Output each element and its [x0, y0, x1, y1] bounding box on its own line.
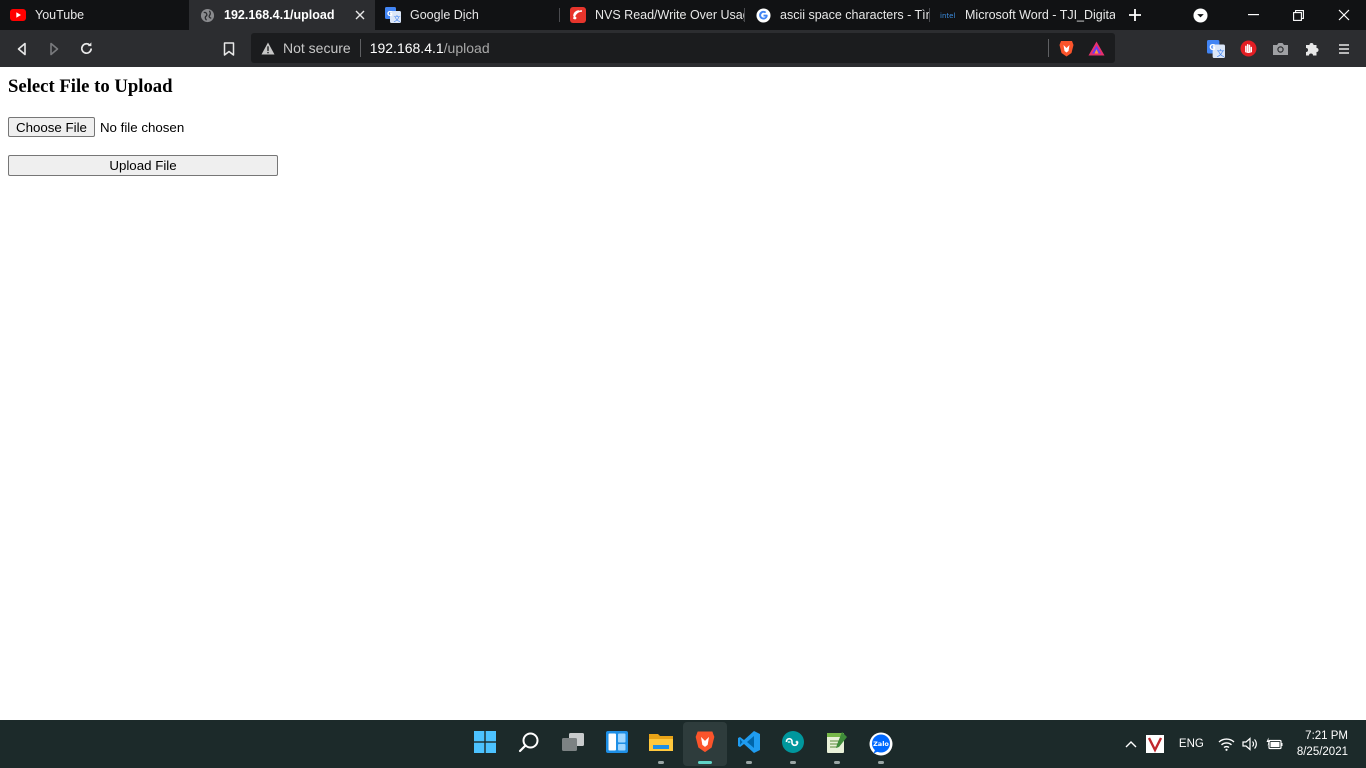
camera-extension-icon[interactable] [1264, 33, 1296, 65]
no-file-chosen-label: No file chosen [99, 119, 185, 135]
running-indicator [658, 761, 664, 764]
system-tray: ENG 7:21 PM 8/25/2021 [1120, 720, 1366, 768]
arduino-taskbar-button[interactable] [771, 722, 815, 766]
google-translate-extension-icon[interactable]: G文 [1200, 33, 1232, 65]
wifi-icon[interactable] [1215, 720, 1239, 768]
running-indicator [698, 761, 712, 764]
warning-icon[interactable] [261, 42, 275, 55]
start-button[interactable] [463, 722, 507, 766]
brave-taskbar-button[interactable] [683, 722, 727, 766]
notepad-taskbar-button[interactable] [815, 722, 859, 766]
brave-icon [695, 730, 715, 758]
tab-nvs[interactable]: NVS Read/Write Over Usage [560, 0, 745, 30]
svg-text:文: 文 [394, 14, 401, 23]
arduino-icon [781, 730, 805, 759]
tab-title: 192.168.4.1/upload [224, 8, 335, 22]
vscode-taskbar-button[interactable] [727, 722, 771, 766]
tab-title: Microsoft Word - TJI_Digital [965, 8, 1115, 22]
new-tab-button[interactable] [1115, 0, 1155, 30]
brave-rewards-icon[interactable] [1088, 41, 1105, 56]
search-icon [518, 731, 540, 758]
forward-button[interactable] [38, 33, 70, 65]
clock[interactable]: 7:21 PM 8/25/2021 [1287, 728, 1366, 760]
widgets-button[interactable] [595, 722, 639, 766]
show-hidden-icons-button[interactable] [1120, 720, 1142, 768]
zalo-taskbar-button[interactable]: Zalo [859, 722, 903, 766]
bookmark-button[interactable] [213, 33, 245, 65]
running-indicator [834, 761, 840, 764]
url-path[interactable]: /upload [444, 40, 490, 56]
tab-word[interactable]: intel Microsoft Word - TJI_Digital [930, 0, 1115, 30]
close-tab-icon[interactable] [351, 6, 369, 24]
tab-youtube[interactable]: YouTube [0, 0, 189, 30]
adblock-extension-icon[interactable] [1232, 33, 1264, 65]
tab-upload[interactable]: 192.168.4.1/upload [189, 0, 375, 30]
intel-icon: intel [940, 7, 956, 23]
globe-icon [199, 7, 215, 23]
zalo-icon: Zalo [869, 732, 893, 756]
brave-shields-icon[interactable] [1059, 40, 1074, 57]
start-icon [474, 730, 496, 758]
tab-google-translate[interactable]: G文 Google Dịch [375, 0, 560, 30]
url-host[interactable]: 192.168.4.1 [370, 40, 444, 56]
web-page-content: Select File to Upload Choose File No fil… [0, 67, 1366, 720]
widgets-icon [606, 730, 628, 758]
address-bar[interactable]: Not secure 192.168.4.1/upload [251, 33, 1115, 63]
clock-date: 8/25/2021 [1296, 746, 1348, 758]
menu-hamburger-icon[interactable] [1328, 33, 1360, 65]
close-window-button[interactable] [1321, 0, 1366, 30]
notepad-icon [826, 730, 848, 759]
clock-time: 7:21 PM [1305, 730, 1348, 742]
security-label[interactable]: Not secure [283, 40, 351, 56]
file-explorer-button[interactable] [639, 722, 683, 766]
tab-google-search[interactable]: ascii space characters - Tìm [745, 0, 930, 30]
task-view-button[interactable] [551, 722, 595, 766]
restore-button[interactable] [1276, 0, 1321, 30]
google-icon [755, 7, 771, 23]
tab-strip: YouTube 192.168.4.1/upload G文 Google Dịc… [0, 0, 1366, 30]
extensions-puzzle-icon[interactable] [1296, 33, 1328, 65]
vivado-tray-icon[interactable] [1142, 720, 1168, 768]
back-button[interactable] [6, 33, 38, 65]
windows-taskbar: Zalo ENG 7:21 PM 8/25/2021 [0, 720, 1366, 768]
taskbar-search-button[interactable] [507, 722, 551, 766]
task-view-icon [561, 732, 585, 757]
file-input[interactable]: Choose File No file chosen [8, 117, 184, 137]
svg-text:G: G [1209, 43, 1215, 52]
google-translate-icon: G文 [385, 7, 401, 23]
minimize-button[interactable] [1231, 0, 1276, 30]
running-indicator [746, 761, 752, 764]
vscode-icon [737, 730, 761, 759]
svg-text:intel: intel [940, 12, 955, 20]
language-indicator[interactable]: ENG [1168, 720, 1215, 768]
browser-toolbar: Not secure 192.168.4.1/upload G文 [0, 30, 1366, 67]
tab-title: NVS Read/Write Over Usage [595, 8, 745, 22]
running-indicator [878, 761, 884, 764]
zalo-label: Zalo [873, 739, 889, 748]
svg-text:文: 文 [1217, 47, 1225, 57]
battery-charging-icon[interactable] [1263, 720, 1287, 768]
espressif-icon [570, 7, 586, 23]
tab-search-button[interactable] [1169, 0, 1231, 30]
youtube-icon [10, 7, 26, 23]
tab-title: YouTube [35, 8, 85, 22]
file-explorer-icon [649, 732, 673, 757]
omnibox-divider [1048, 39, 1049, 57]
tab-title: ascii space characters - Tìm [780, 8, 930, 22]
omnibox-divider [359, 39, 361, 57]
reload-button[interactable] [70, 33, 102, 65]
volume-icon[interactable] [1239, 720, 1263, 768]
page-heading: Select File to Upload [8, 76, 173, 97]
choose-file-button[interactable]: Choose File [8, 117, 95, 137]
running-indicator [790, 761, 796, 764]
upload-file-button[interactable]: Upload File [8, 155, 278, 176]
svg-text:G: G [387, 10, 393, 18]
tab-title: Google Dịch [410, 8, 479, 22]
